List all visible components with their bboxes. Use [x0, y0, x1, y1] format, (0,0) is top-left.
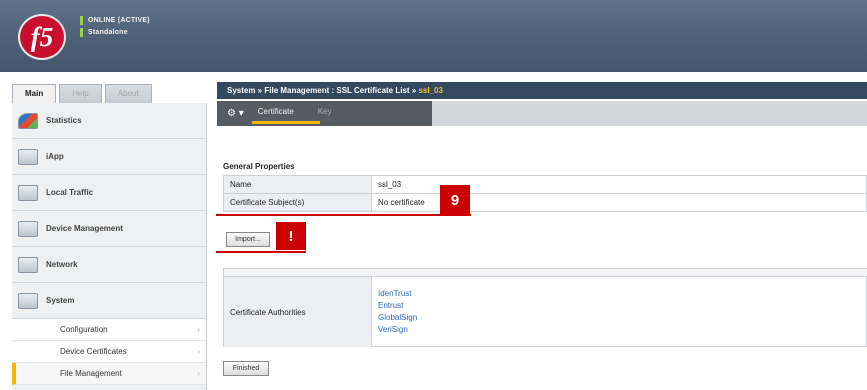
chevron-right-icon: ›	[197, 325, 200, 334]
authority-link[interactable]: GlobalSign	[378, 312, 417, 324]
submenu-item-file-management[interactable]: File Management ›	[12, 363, 206, 385]
local-traffic-icon	[18, 184, 38, 201]
f5-logo[interactable]: f5	[18, 14, 66, 60]
tab-about[interactable]: About	[104, 84, 152, 103]
sidebar-item-label: Device Management	[46, 224, 123, 233]
authority-link[interactable]: VeriSign	[378, 324, 417, 336]
sidebar-item-label: Statistics	[46, 116, 82, 125]
sidebar-item-label: Local Traffic	[46, 188, 94, 197]
sidebar-item-network[interactable]: Network	[12, 247, 206, 283]
general-properties-table: Name ssl_03 Certificate Subject(s) No ce…	[223, 175, 867, 212]
finished-button[interactable]: Finished	[223, 361, 269, 376]
object-tabs-bar: ⚙ ▾ Certificate Key	[217, 101, 867, 126]
breadcrumb-path[interactable]: System » File Management : SSL Certifica…	[227, 86, 418, 95]
tab-key[interactable]: Key	[318, 101, 332, 126]
nav-tabs: Main Help About	[12, 84, 152, 103]
callout-underline	[216, 214, 471, 216]
sidebar-item-label: iApp	[46, 152, 64, 161]
table-row: Name ssl_03	[223, 175, 867, 194]
alert-callout: !	[276, 222, 306, 250]
property-label: Name	[223, 175, 372, 194]
iapp-icon	[18, 148, 38, 165]
authority-link[interactable]: IdenTrust	[378, 288, 417, 300]
table-row	[224, 269, 867, 277]
system-icon	[18, 292, 38, 309]
chevron-right-icon: ›	[197, 347, 200, 356]
sidebar-item-label: Network	[46, 260, 78, 269]
section-title: General Properties	[223, 162, 295, 171]
breadcrumb: System » File Management : SSL Certifica…	[217, 82, 867, 99]
sidebar-item-label: System	[46, 296, 75, 305]
tab-help[interactable]: Help	[59, 84, 102, 103]
device-management-icon	[18, 220, 38, 237]
step-callout: 9	[440, 185, 470, 215]
callout-underline	[216, 251, 306, 253]
sidebar-item-iapp[interactable]: iApp	[12, 139, 206, 175]
top-banner: f5 ONLINE (ACTIVE) Standalone	[0, 0, 867, 72]
sidebar-item-system[interactable]: System	[12, 283, 206, 319]
system-submenu: Configuration › Device Certificates › File…	[12, 319, 206, 385]
device-status: ONLINE (ACTIVE) Standalone	[80, 16, 150, 40]
status-online: ONLINE (ACTIVE)	[88, 17, 150, 24]
gear-menu-icon[interactable]: ⚙ ▾	[227, 108, 244, 119]
tab-certificate[interactable]: Certificate	[251, 101, 320, 126]
property-label: Certificate Subject(s)	[223, 193, 372, 212]
status-mode: Standalone	[88, 29, 128, 36]
authority-list: IdenTrust Entrust GlobalSign VeriSign	[378, 288, 417, 336]
status-indicator	[80, 28, 83, 37]
chevron-right-icon: ›	[197, 369, 200, 378]
status-indicator	[80, 16, 83, 25]
sidebar-item-device-management[interactable]: Device Management	[12, 211, 206, 247]
submenu-item-device-certificates[interactable]: Device Certificates ›	[12, 341, 206, 363]
certificate-authorities-table: Certificate Authorities IdenTrust Entrus…	[223, 268, 867, 347]
import-button[interactable]: Import...	[226, 232, 270, 247]
sidebar: Statistics iApp Local Traffic Device Man…	[12, 103, 207, 390]
submenu-item-configuration[interactable]: Configuration ›	[12, 319, 206, 341]
table-row: Certificate Subject(s) No certificate	[223, 193, 867, 212]
sidebar-item-local-traffic[interactable]: Local Traffic	[12, 175, 206, 211]
property-label: Certificate Authorities	[224, 277, 372, 347]
sidebar-item-statistics[interactable]: Statistics	[12, 103, 206, 139]
tab-main[interactable]: Main	[12, 84, 57, 103]
network-icon	[18, 256, 38, 273]
authority-link[interactable]: Entrust	[378, 300, 417, 312]
statistics-icon	[18, 112, 38, 129]
breadcrumb-current: ssl_03	[418, 86, 443, 95]
